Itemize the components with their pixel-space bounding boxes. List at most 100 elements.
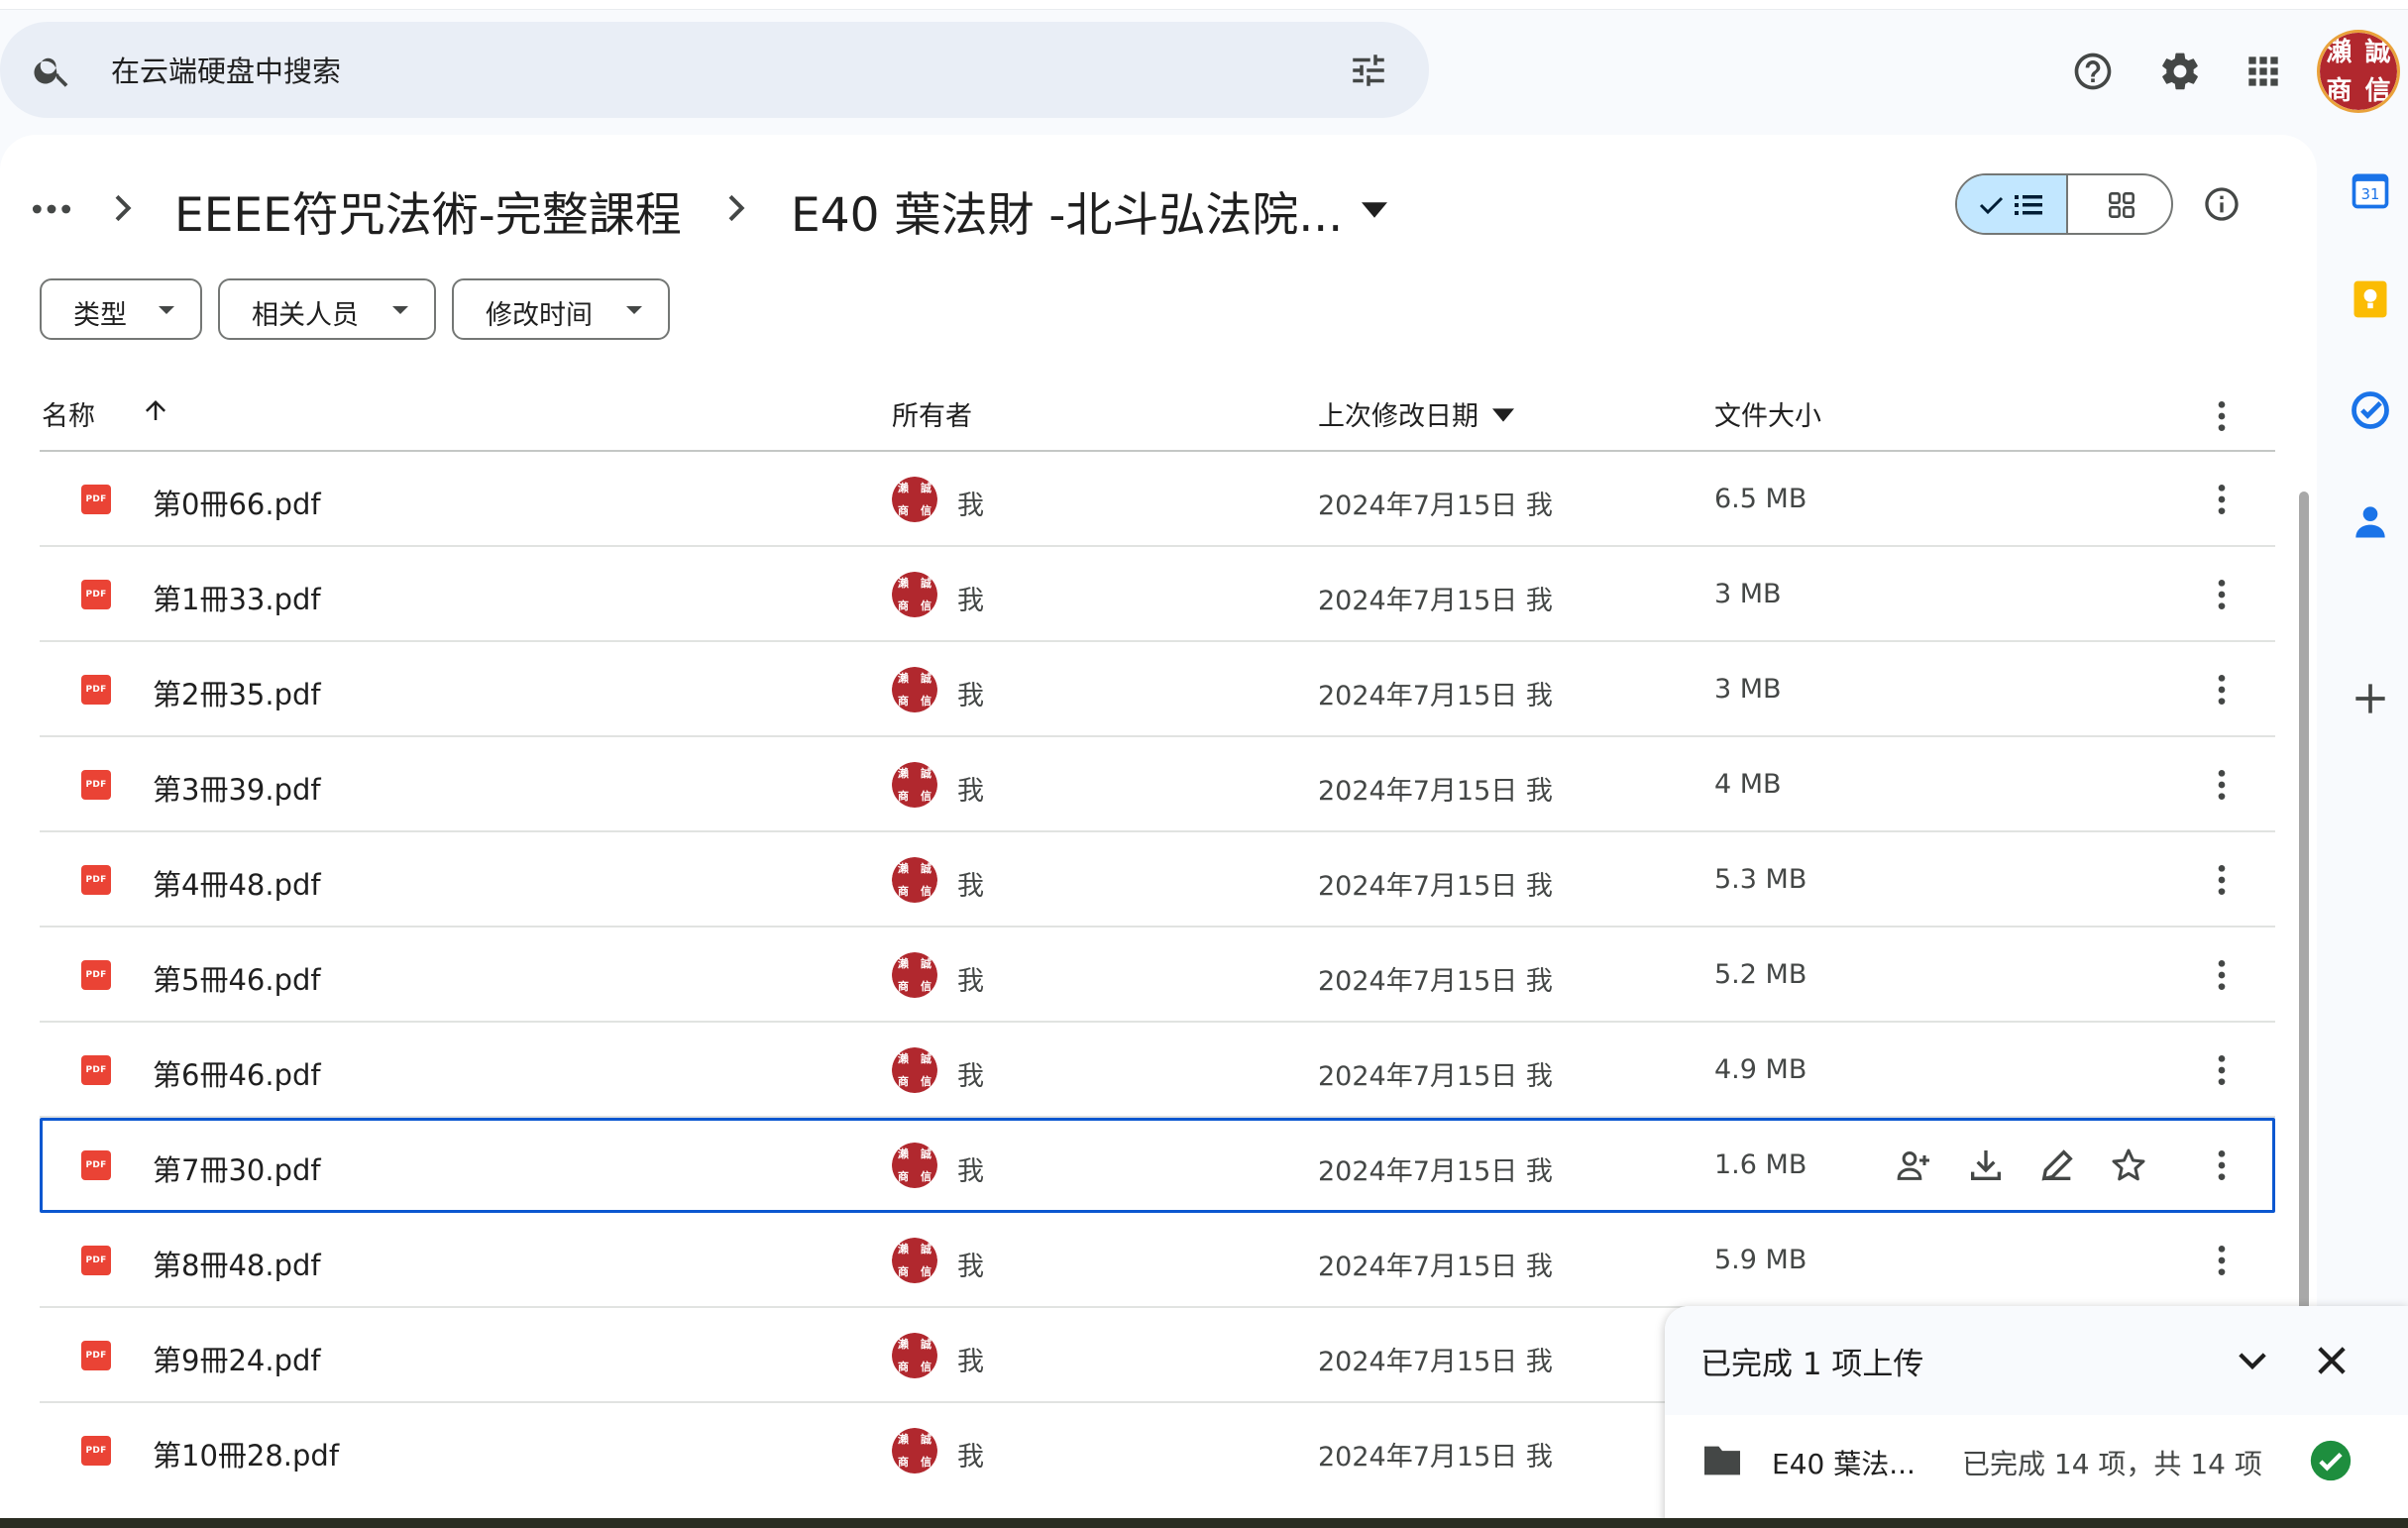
more-actions-icon[interactable] <box>2202 860 2242 900</box>
upload-item-name[interactable]: E40 葉法... <box>1772 1443 1915 1482</box>
file-name[interactable]: 第0冊66.pdf <box>153 482 321 523</box>
list-view-check-icon <box>1979 195 2042 215</box>
grid-view-button[interactable] <box>2066 175 2171 233</box>
filter-chip-people[interactable]: 相关人员 <box>218 278 436 340</box>
help-icon[interactable] <box>2071 50 2115 93</box>
file-size: 4 MB <box>1714 769 1782 800</box>
more-actions-icon[interactable] <box>2202 1050 2242 1090</box>
plus-icon <box>2355 684 2385 713</box>
rename-pencil-icon[interactable] <box>2037 1146 2077 1185</box>
file-row[interactable]: PDF 第8冊48.pdf 瀨誠商信我 2024年7月15日 我 5.9 MB <box>40 1213 2275 1308</box>
avatar-seal-char: 瀨 <box>898 1147 909 1160</box>
more-actions-icon[interactable] <box>2202 670 2242 709</box>
more-actions-icon[interactable] <box>2202 480 2242 519</box>
file-name[interactable]: 第3冊39.pdf <box>153 767 321 809</box>
file-browser-panel: EEEE符咒法術-完整課程 E40 葉法財 -北斗弘法院... 类型 相关人员 … <box>0 135 2317 1482</box>
collapse-chevron-down-icon[interactable] <box>2232 1340 2273 1381</box>
avatar-seal-char: 誠 <box>921 767 931 780</box>
file-size: 3 MB <box>1714 674 1782 705</box>
pdf-file-icon: PDF <box>81 960 111 990</box>
file-name[interactable]: 第4冊48.pdf <box>153 862 321 904</box>
more-horizontal-icon[interactable] <box>30 194 73 224</box>
download-icon[interactable] <box>1966 1146 2006 1185</box>
avatar-seal-char: 信 <box>921 1456 931 1469</box>
file-name[interactable]: 第7冊30.pdf <box>153 1147 321 1189</box>
more-actions-icon[interactable] <box>2202 1146 2242 1185</box>
last-modified: 2024年7月15日 我 <box>1318 681 1553 711</box>
file-name[interactable]: 第1冊33.pdf <box>153 577 321 618</box>
breadcrumb-parent-folder[interactable]: EEEE符咒法術-完整課程 <box>174 176 682 245</box>
more-actions-icon[interactable] <box>2202 575 2242 614</box>
file-name[interactable]: 第9冊24.pdf <box>153 1338 321 1379</box>
pdf-file-icon: PDF <box>81 1055 111 1085</box>
account-avatar[interactable]: 瀨 誠 商 信 <box>2317 30 2400 113</box>
avatar-seal-char: 商 <box>898 600 909 612</box>
filter-chip-type[interactable]: 类型 <box>40 278 202 340</box>
more-actions-icon[interactable] <box>2202 765 2242 805</box>
file-size: 5.2 MB <box>1714 959 1807 990</box>
file-name[interactable]: 第10冊28.pdf <box>153 1433 339 1474</box>
avatar-seal-char: 瀨 <box>898 1052 909 1065</box>
search-options-icon[interactable] <box>1348 50 1389 91</box>
avatar-seal-char: 信 <box>921 980 931 993</box>
dropdown-arrow-icon <box>392 306 408 314</box>
file-row[interactable]: PDF 第5冊46.pdf 瀨誠商信我 2024年7月15日 我 5.2 MB <box>40 928 2275 1023</box>
column-header-last-modified[interactable]: 上次修改日期 <box>1318 394 1478 433</box>
star-icon[interactable] <box>2109 1146 2148 1185</box>
share-add-person-icon[interactable] <box>1895 1146 1934 1185</box>
owner-name: 我 <box>957 871 984 902</box>
close-icon[interactable] <box>2311 1340 2353 1381</box>
column-header-owner[interactable]: 所有者 <box>892 394 972 433</box>
contacts-app-icon[interactable] <box>2349 499 2392 543</box>
chevron-right-icon <box>115 194 132 222</box>
keep-app-icon[interactable] <box>2349 277 2392 321</box>
add-app-button[interactable] <box>2349 677 2392 720</box>
settings-gear-icon[interactable] <box>2158 50 2202 93</box>
file-row[interactable]: PDF 第2冊35.pdf 瀨誠商信我 2024年7月15日 我3 MB <box>40 642 2275 737</box>
avatar-seal-char: 瀨 <box>898 1243 909 1255</box>
avatar-seal-char: 誠 <box>921 1338 931 1351</box>
avatar-seal-char: 誠 <box>921 1147 931 1160</box>
owner-name: 我 <box>957 1442 984 1473</box>
chevron-right-icon <box>728 194 745 222</box>
file-row[interactable]: PDF 第3冊39.pdf 瀨誠商信我 2024年7月15日 我4 MB <box>40 737 2275 832</box>
file-name[interactable]: 第5冊46.pdf <box>153 957 321 999</box>
more-actions-icon[interactable] <box>2202 955 2242 995</box>
info-icon[interactable] <box>2202 184 2242 224</box>
filter-chip-modified[interactable]: 修改时间 <box>452 278 670 340</box>
avatar-seal-char: 誠 <box>2364 37 2391 67</box>
avatar-seal-char: 信 <box>921 600 931 612</box>
file-row[interactable]: PDF 第6冊46.pdf 瀨誠商信我 2024年7月15日 我 4.9 MB <box>40 1023 2275 1118</box>
file-name[interactable]: 第6冊46.pdf <box>153 1052 321 1094</box>
tasks-app-icon[interactable] <box>2349 388 2392 432</box>
file-row[interactable]: PDF 第0冊66.pdf 瀨誠商信我 2024年7月15日 我 6.5 MB <box>40 452 2275 547</box>
search-icon[interactable] <box>32 50 73 91</box>
calendar-day-number: 31 <box>2361 186 2380 203</box>
breadcrumb-current-folder[interactable]: E40 葉法財 -北斗弘法院... <box>791 176 1343 245</box>
sort-ascending-arrow-icon[interactable] <box>141 395 170 425</box>
calendar-app-icon[interactable]: 31 <box>2349 168 2392 212</box>
last-modified: 2024年7月15日 我 <box>1318 1252 1553 1282</box>
avatar-seal-char: 信 <box>921 1075 931 1088</box>
file-row[interactable]: PDF 第7冊30.pdf 瀨誠商信我 2024年7月15日 我 1.6 MB <box>40 1118 2275 1213</box>
more-actions-icon[interactable] <box>2202 1241 2242 1280</box>
column-options-more-icon[interactable] <box>2202 396 2242 436</box>
search-bar[interactable] <box>0 22 1429 118</box>
apps-grid-icon[interactable] <box>2242 50 2285 93</box>
avatar-seal-char: 商 <box>898 695 909 708</box>
owner-name: 我 <box>957 776 984 807</box>
scrollbar-thumb[interactable] <box>2299 491 2309 1443</box>
owner-name: 我 <box>957 586 984 616</box>
file-row[interactable]: PDF 第1冊33.pdf 瀨誠商信我 2024年7月15日 我3 MB <box>40 547 2275 642</box>
file-row[interactable]: PDF 第4冊48.pdf 瀨誠商信我 2024年7月15日 我 5.3 MB <box>40 832 2275 928</box>
file-name[interactable]: 第2冊35.pdf <box>153 672 321 713</box>
folder-menu-dropdown-icon[interactable] <box>1362 200 1387 220</box>
file-name[interactable]: 第8冊48.pdf <box>153 1243 321 1284</box>
avatar-seal-char: 商 <box>898 885 909 898</box>
list-view-button[interactable] <box>1957 175 2066 233</box>
search-input[interactable] <box>109 46 1302 97</box>
owner-name: 我 <box>957 1156 984 1187</box>
sort-dropdown-icon[interactable] <box>1492 408 1514 422</box>
column-header-name[interactable]: 名称 <box>42 394 95 433</box>
column-header-file-size[interactable]: 文件大小 <box>1714 394 1821 433</box>
